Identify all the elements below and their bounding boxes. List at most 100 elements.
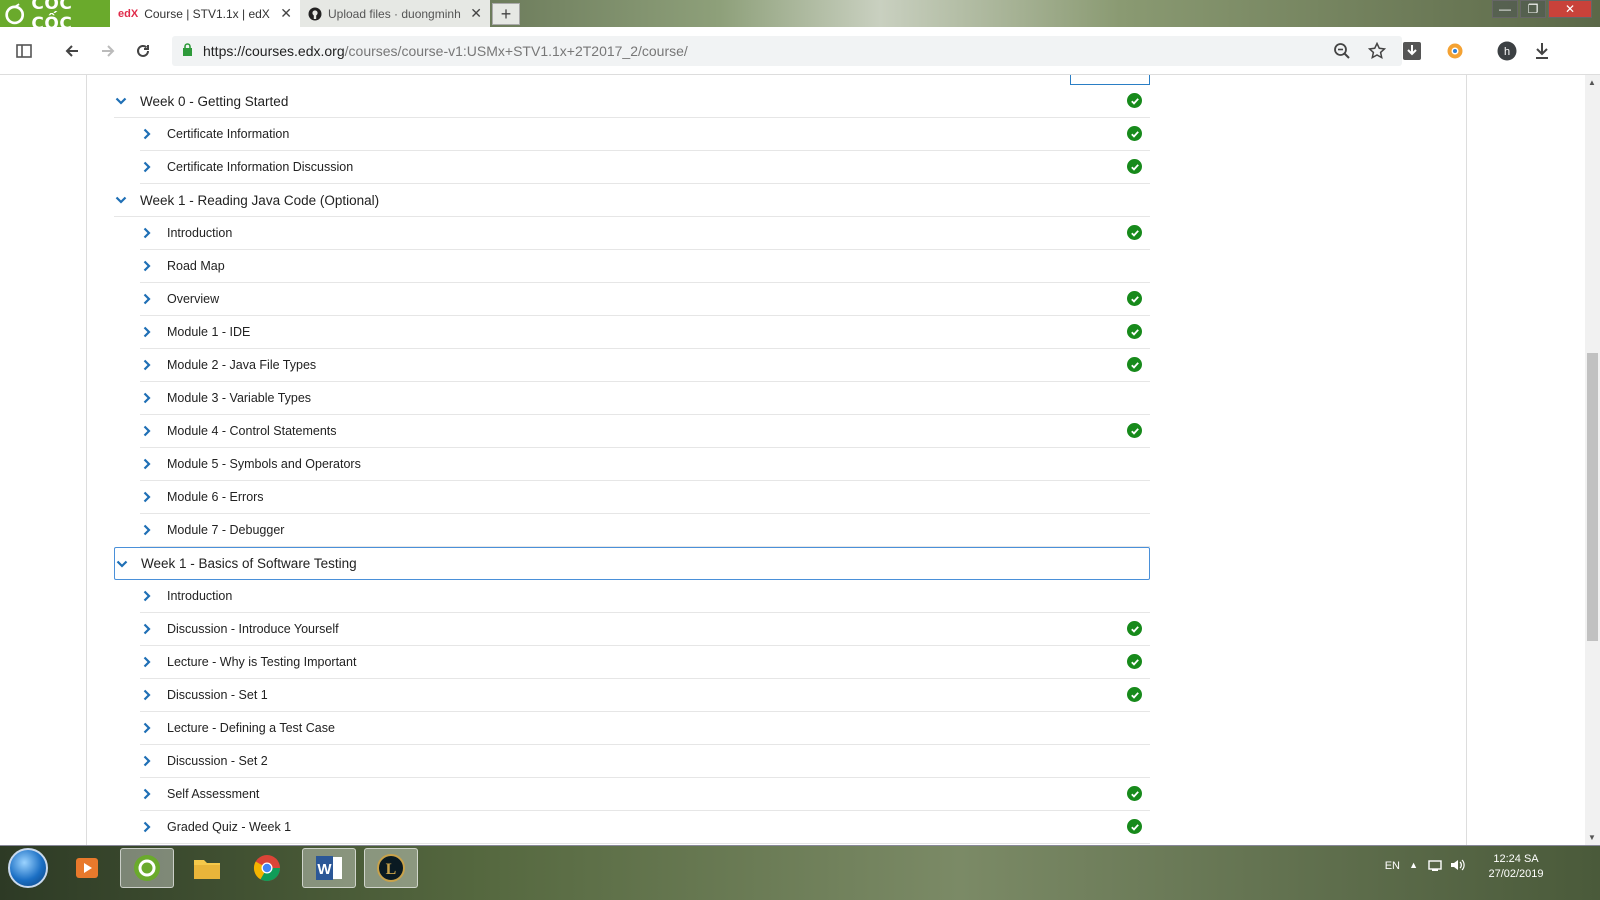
profile-avatar-icon[interactable]: h xyxy=(1495,39,1519,63)
outline-subsection[interactable]: Lecture - Why is Testing Important xyxy=(140,646,1150,679)
outline-subsection[interactable]: Road Map xyxy=(140,250,1150,283)
subsection-title[interactable]: Module 3 - Variable Types xyxy=(167,391,311,405)
chevron-right-icon[interactable] xyxy=(140,688,154,702)
subsection-title[interactable]: Module 7 - Debugger xyxy=(167,523,284,537)
new-tab-button[interactable]: + xyxy=(492,3,520,25)
chrome-icon[interactable] xyxy=(240,848,294,888)
address-bar[interactable]: https://courses.edx.org /courses/course-… xyxy=(172,36,1402,66)
subsection-title[interactable]: Road Map xyxy=(167,259,225,273)
outline-subsection[interactable]: Certificate Information Discussion xyxy=(140,151,1150,184)
outline-subsection[interactable]: Overview xyxy=(140,283,1150,316)
downloads-icon[interactable] xyxy=(1530,39,1554,63)
outline-subsection[interactable]: Module 4 - Control Statements xyxy=(140,415,1150,448)
outline-subsection[interactable]: Discussion - Set 2 xyxy=(140,745,1150,778)
outline-section[interactable]: Week 0 - Getting Started xyxy=(114,85,1150,118)
chevron-right-icon[interactable] xyxy=(140,259,154,273)
subsection-title[interactable]: Introduction xyxy=(167,589,232,603)
outline-subsection[interactable]: Discussion - Set 1 xyxy=(140,679,1150,712)
subsection-title[interactable]: Module 1 - IDE xyxy=(167,325,250,339)
subsection-title[interactable]: Certificate Information xyxy=(167,127,289,141)
outline-subsection[interactable]: Lecture - Defining a Test Case xyxy=(140,712,1150,745)
file-explorer-icon[interactable] xyxy=(180,848,234,888)
chevron-right-icon[interactable] xyxy=(140,490,154,504)
tab-github[interactable]: Upload files · duongminh ✕ xyxy=(300,0,490,27)
network-icon[interactable] xyxy=(1428,858,1442,875)
clock[interactable]: 12:24 SA 27/02/2019 xyxy=(1480,852,1552,882)
outline-subsection[interactable]: Introduction xyxy=(140,217,1150,250)
league-icon[interactable]: L xyxy=(364,848,418,888)
expand-all-button[interactable] xyxy=(1070,75,1150,85)
subsection-title[interactable]: Discussion - Introduce Yourself xyxy=(167,622,339,636)
zoom-icon[interactable] xyxy=(1330,39,1354,63)
chevron-right-icon[interactable] xyxy=(140,325,154,339)
coccoc-icon[interactable] xyxy=(120,848,174,888)
reload-icon[interactable] xyxy=(131,39,155,63)
chevron-right-icon[interactable] xyxy=(140,787,154,801)
chevron-right-icon[interactable] xyxy=(140,721,154,735)
chevron-right-icon[interactable] xyxy=(140,820,154,834)
subsection-title[interactable]: Self Assessment xyxy=(167,787,259,801)
chevron-right-icon[interactable] xyxy=(140,589,154,603)
subsection-title[interactable]: Module 2 - Java File Types xyxy=(167,358,316,372)
scrollbar-thumb[interactable] xyxy=(1587,353,1598,641)
subsection-title[interactable]: Graded Quiz - Week 1 xyxy=(167,820,291,834)
outline-subsection[interactable]: Introduction xyxy=(140,580,1150,613)
tab-course[interactable]: edX Course | STV1.1x | edX ✕ xyxy=(110,0,300,27)
chevron-right-icon[interactable] xyxy=(140,622,154,636)
chevron-right-icon[interactable] xyxy=(140,457,154,471)
outline-subsection[interactable]: Module 6 - Errors xyxy=(140,481,1150,514)
outline-section[interactable]: Week 1 - Basics of Software Testing xyxy=(114,547,1150,580)
outline-subsection[interactable]: Module 5 - Symbols and Operators xyxy=(140,448,1150,481)
subsection-title[interactable]: Module 5 - Symbols and Operators xyxy=(167,457,361,471)
scroll-up-icon[interactable]: ▲ xyxy=(1588,78,1596,87)
subsection-title[interactable]: Lecture - Why is Testing Important xyxy=(167,655,356,669)
outline-subsection[interactable]: Discussion - Introduce Yourself xyxy=(140,613,1150,646)
show-hidden-icons-icon[interactable]: ▲ xyxy=(1409,860,1418,870)
restore-icon[interactable]: ❐ xyxy=(1520,0,1546,18)
chevron-down-icon[interactable] xyxy=(114,193,128,207)
outline-subsection[interactable]: Module 2 - Java File Types xyxy=(140,349,1150,382)
chevron-right-icon[interactable] xyxy=(140,127,154,141)
chevron-right-icon[interactable] xyxy=(140,226,154,240)
subsection-title[interactable]: Overview xyxy=(167,292,219,306)
subsection-title[interactable]: Introduction xyxy=(167,226,232,240)
close-window-icon[interactable]: ✕ xyxy=(1548,0,1592,18)
section-title[interactable]: Week 1 - Reading Java Code (Optional) xyxy=(140,193,379,208)
outline-subsection[interactable]: Graded Quiz - Week 1 xyxy=(140,811,1150,844)
volume-icon[interactable] xyxy=(1450,858,1466,875)
forward-icon[interactable] xyxy=(96,39,120,63)
back-icon[interactable] xyxy=(60,39,84,63)
close-tab-icon[interactable]: ✕ xyxy=(280,5,292,22)
chevron-down-icon[interactable] xyxy=(114,94,128,108)
outline-subsection[interactable]: Module 7 - Debugger xyxy=(140,514,1150,547)
extension-icon[interactable] xyxy=(1443,39,1467,63)
subsection-title[interactable]: Module 6 - Errors xyxy=(167,490,264,504)
language-indicator[interactable]: EN xyxy=(1385,860,1400,872)
download-page-icon[interactable] xyxy=(1400,39,1424,63)
chevron-right-icon[interactable] xyxy=(140,160,154,174)
bookmark-star-icon[interactable] xyxy=(1365,39,1389,63)
chevron-right-icon[interactable] xyxy=(140,391,154,405)
chevron-right-icon[interactable] xyxy=(140,523,154,537)
outline-subsection[interactable]: Module 1 - IDE xyxy=(140,316,1150,349)
chevron-right-icon[interactable] xyxy=(140,292,154,306)
media-player-icon[interactable] xyxy=(60,848,114,888)
subsection-title[interactable]: Discussion - Set 1 xyxy=(167,688,268,702)
subsection-title[interactable]: Module 4 - Control Statements xyxy=(167,424,337,438)
outline-section[interactable]: Week 1 - Reading Java Code (Optional) xyxy=(114,184,1150,217)
section-title[interactable]: Week 0 - Getting Started xyxy=(140,94,288,109)
sidebar-toggle-icon[interactable] xyxy=(12,39,36,63)
subsection-title[interactable]: Discussion - Set 2 xyxy=(167,754,268,768)
subsection-title[interactable]: Certificate Information Discussion xyxy=(167,160,353,174)
outline-subsection[interactable]: Self Assessment xyxy=(140,778,1150,811)
chevron-right-icon[interactable] xyxy=(140,655,154,669)
page-scrollbar[interactable]: ▲ ▼ xyxy=(1585,75,1600,845)
browser-brand[interactable]: CỐC CỐC xyxy=(0,0,110,27)
outline-subsection[interactable]: Module 3 - Variable Types xyxy=(140,382,1150,415)
word-icon[interactable]: W xyxy=(302,848,356,888)
chevron-right-icon[interactable] xyxy=(140,424,154,438)
chevron-down-icon[interactable] xyxy=(115,557,129,571)
minimize-icon[interactable]: — xyxy=(1492,0,1518,18)
subsection-title[interactable]: Lecture - Defining a Test Case xyxy=(167,721,335,735)
outline-subsection[interactable]: Certificate Information xyxy=(140,118,1150,151)
